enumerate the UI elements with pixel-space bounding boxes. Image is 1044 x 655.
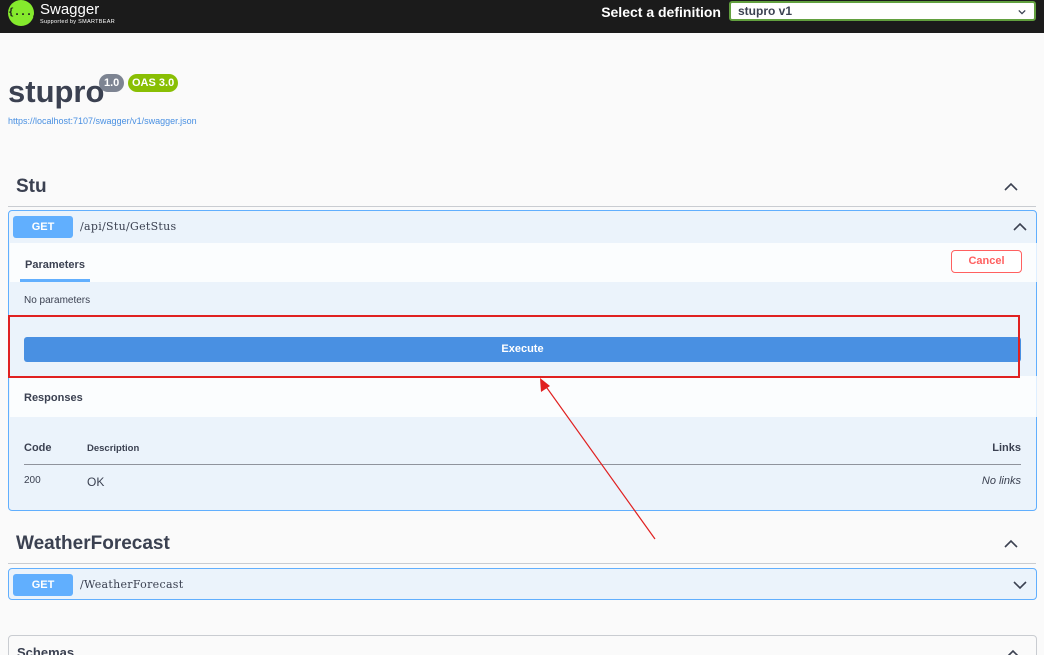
spec-url-link[interactable]: https://localhost:7107/swagger/v1/swagge… [8,116,197,126]
chevron-up-icon[interactable] [1004,537,1018,551]
swagger-logo-icon[interactable]: {...} [8,0,38,26]
response-description: OK [87,475,105,489]
no-parameters-text: No parameters [24,295,91,306]
operation-summary[interactable]: GET /WeatherForecast [9,569,1036,601]
schemas-section[interactable]: Schemas [8,635,1037,655]
top-bar: {...} Swagger Supported by SMARTBEAR Sel… [0,0,1044,33]
tag-header-stu[interactable]: Stu [8,164,1036,207]
method-badge: GET [13,574,73,596]
swagger-logo-name[interactable]: Swagger [40,1,99,18]
tab-parameters-indicator [20,279,90,282]
tag-header-weatherforecast[interactable]: WeatherForecast [8,521,1036,564]
chevron-up-icon[interactable] [1004,180,1018,194]
cancel-button[interactable]: Cancel [951,250,1022,273]
oas-version-badge: OAS 3.0 [128,74,179,92]
definition-label: Select a definition [601,4,721,20]
response-links: No links [981,475,1021,487]
chevron-up-icon[interactable] [1013,220,1027,234]
responses-col-description: Description [87,443,140,454]
tab-parameters[interactable]: Parameters [25,259,85,271]
tag-name: Stu [16,176,47,197]
api-title: stupro [8,74,105,109]
version-badge: 1.0 [99,74,125,92]
annotation-highlight-box [8,315,1020,378]
chevron-down-icon [1018,9,1026,15]
responses-divider [24,464,1021,465]
chevron-up-icon[interactable] [1006,647,1020,655]
responses-col-code: Code [24,442,52,454]
operation-path: /WeatherForecast [80,578,184,591]
responses-header: Responses [10,376,1037,417]
definition-select[interactable]: stupro v1 [729,1,1036,21]
chevron-down-icon[interactable] [1013,578,1027,592]
definition-select-value: stupro v1 [738,4,793,18]
operation-get-weatherforecast: GET /WeatherForecast [8,568,1037,600]
swagger-logo-tagline: Supported by SMARTBEAR [40,19,115,25]
responses-title: Responses [24,392,83,404]
operation-path: /api/Stu/GetStus [80,220,177,233]
parameters-header: Parameters Cancel [10,243,1037,282]
responses-col-links: Links [992,442,1021,454]
method-badge: GET [13,216,73,238]
tag-name: WeatherForecast [16,533,170,554]
schemas-title: Schemas [17,645,75,655]
response-code: 200 [24,475,41,486]
operation-summary[interactable]: GET /api/Stu/GetStus [9,211,1036,243]
